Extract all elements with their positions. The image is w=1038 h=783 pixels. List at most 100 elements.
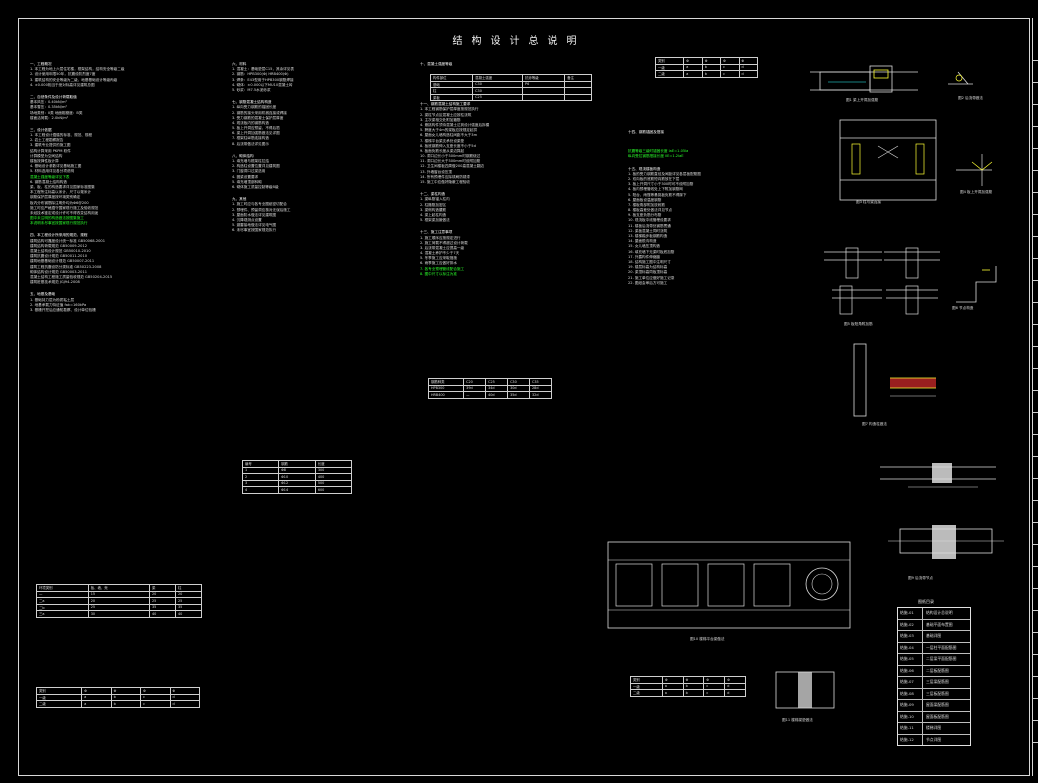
note-line — [628, 160, 803, 167]
legend-code: 结施-11 — [898, 723, 923, 734]
legend-desc: 一层柱平面配筋图 — [926, 644, 957, 650]
title-block-divider — [1032, 368, 1038, 369]
table-cell: b — [110, 700, 142, 708]
note-line: 3. 基槽开挖后应通知勘察、设计单位验槽 — [30, 307, 96, 312]
note-line — [420, 185, 600, 192]
table-cell: a — [683, 70, 703, 78]
table-cell: 40 — [174, 610, 203, 618]
table-cell: 40d — [485, 391, 509, 399]
legend-row: 结施-10 屋面板配筋图 — [898, 710, 970, 722]
table-row: HRB400—40d 35d 32d — [427, 391, 552, 399]
legend-title: 图纸目录 — [918, 599, 934, 604]
bottom-schedule-table: 类别 Φ Φ Φ Φ 一级 a b c d 二级 a b c d — [630, 676, 746, 697]
title-block-divider — [1032, 82, 1038, 83]
caption-9: 图9 后浇带节点 — [908, 576, 933, 580]
table-cell: c — [140, 700, 171, 708]
anchorage-length-table: 钢筋种类 C20 C25 C30 C35 HPB300 39d 34d 30d 28d HRB400… — [427, 378, 552, 399]
table-row: 4 Φ14 600 — [241, 486, 353, 494]
table-cell: d — [169, 700, 201, 708]
note-line: 6. 未尽事宜按国家规范执行 — [232, 228, 277, 233]
title-block-divider — [1032, 280, 1038, 281]
legend-row: 结施-03 基础详图 — [898, 630, 970, 642]
table-row: 三a 30 40 40 — [36, 610, 203, 618]
title-block-divider — [1032, 192, 1038, 193]
title-block-divider — [1032, 302, 1038, 303]
note-line — [232, 93, 412, 100]
legend-code: 结施-08 — [898, 688, 923, 699]
constructional-column-detail — [853, 343, 936, 417]
title-block-strip — [1032, 18, 1038, 776]
title-block-divider — [1032, 126, 1038, 127]
lap-length-table: 编号 钢筋 长度 1 Φ8 300 2 Φ10 400 3 Φ12 500 4 Φ14 600 — [241, 460, 353, 494]
table-cell: 梁板 — [429, 93, 474, 101]
legend-row: 结施-06 二层板配筋图 — [898, 664, 970, 676]
table-cell: a — [661, 689, 684, 697]
legend-row: 结施-09 屋面梁配筋图 — [898, 699, 970, 711]
note-line — [628, 135, 803, 142]
title-block-divider — [1032, 236, 1038, 237]
table-cell: a — [81, 700, 112, 708]
title-block-divider — [1032, 654, 1038, 655]
note-line — [232, 147, 412, 154]
table-cell: 30 — [87, 610, 150, 618]
title-block-divider — [1032, 148, 1038, 149]
title-block-divider — [1032, 698, 1038, 699]
small-table: 类别 Φ Φ Φ Φ 一级 a b c d 二级 a b c d — [35, 687, 201, 708]
title-block-divider — [1032, 610, 1038, 611]
concrete-grade-table: 构件部位 混凝土强度 抗渗等级 备注 基础 C30 P6 柱 C30 梁板 C25 — [429, 74, 592, 101]
title-block-divider — [1032, 566, 1038, 567]
title-block-divider — [1032, 214, 1038, 215]
legend-desc: 二层梁平面配筋图 — [926, 656, 957, 662]
table-cell — [522, 93, 566, 101]
table-cell: — — [463, 391, 487, 399]
legend-code: 结施-07 — [898, 677, 923, 688]
waist-rebar-detail — [880, 463, 996, 488]
legend-desc: 三层板配筋图 — [926, 690, 949, 696]
table-cell: 35d — [507, 391, 531, 399]
note-line — [232, 190, 412, 197]
table-cell: 二级 — [654, 70, 685, 78]
legend-code: 结施-04 — [898, 642, 923, 653]
post-cast-strip-detail — [888, 525, 1004, 559]
title-block-divider — [1032, 412, 1038, 413]
note-line — [420, 223, 600, 230]
cover-thickness-table: 环境类别 板、墙、壳梁柱一 15 20 20 二a 20 25 25 二b 25 35 35 三a 30 40… — [36, 584, 203, 618]
title-block-divider — [1032, 390, 1038, 391]
caption-1: 图1 梁上开洞加强筋 — [846, 98, 879, 102]
legend-row: 结施-07 三层梁配筋图 — [898, 676, 970, 688]
table-cell — [564, 93, 592, 101]
stair-joint-detail — [956, 266, 997, 303]
caption-6: 图6 节点构造 — [952, 306, 974, 310]
caption-5: 图5 板阳角附加筋 — [844, 322, 873, 326]
table-cell: d — [738, 70, 759, 78]
title-block-divider — [1032, 104, 1038, 105]
table-cell: 二级 — [35, 700, 83, 708]
caption-10: 图10 楼梯平台梁做法 — [690, 637, 725, 641]
table-cell: c — [703, 689, 726, 697]
table-cell: 40 — [148, 610, 176, 618]
notes-column-1: 一、工程概况 1. 本工程为地上六层住宅楼，框架结构，结构安全等级二级 2. 设计使… — [30, 62, 220, 313]
legend-row: 结施-02 基础平面布置图 — [898, 618, 970, 630]
legend-code: 结施-03 — [898, 631, 923, 642]
title-block-divider — [1032, 676, 1038, 677]
caption-7: 图7 构造柱做法 — [862, 422, 887, 426]
title-block-divider — [1032, 588, 1038, 589]
beam-opening-detail — [810, 65, 973, 93]
legend-desc: 基础详图 — [926, 633, 942, 639]
title-block-divider — [1032, 522, 1038, 523]
legend-desc: 屋面梁配筋图 — [926, 702, 949, 708]
legend-desc: 三层梁配筋图 — [926, 679, 949, 685]
legend-code: 结施-06 — [898, 665, 923, 676]
table-cell: 32d — [529, 391, 552, 399]
table-cell: b — [701, 70, 722, 78]
legend-desc: 屋面板配筋图 — [926, 713, 949, 719]
note-line — [30, 226, 220, 233]
table-cell: 600 — [314, 486, 353, 494]
drawing-index-table: 结施-01 结构设计总说明 结施-02 基础平面布置图 结施-03 基础详图 结施-04 一层… — [897, 607, 971, 746]
note-line: 22. 图纸会审后方可施工 — [628, 280, 668, 285]
legend-desc: 结构设计总说明 — [926, 610, 953, 616]
legend-desc: 二层板配筋图 — [926, 667, 949, 673]
legend-row: 结施-08 三层板配筋图 — [898, 687, 970, 699]
table-row: 二级 a b c d — [630, 689, 746, 697]
table-cell: d — [724, 689, 746, 697]
